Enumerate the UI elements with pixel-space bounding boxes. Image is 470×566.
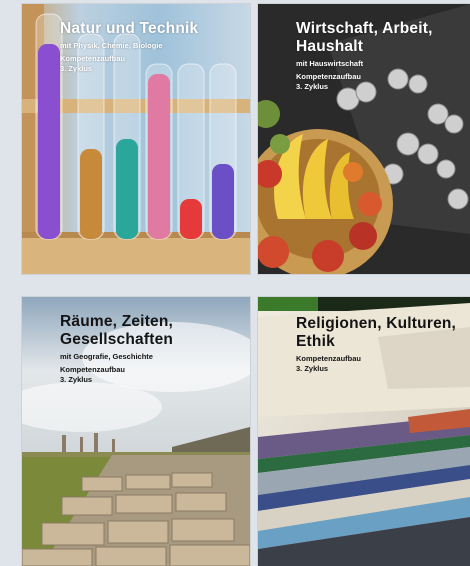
card-line-kompetenzaufbau: Kompetenzaufbau	[60, 365, 126, 374]
card-natur-und-technik[interactable]: Natur und Technik mit Physik, Chemie, Bi…	[22, 4, 250, 274]
card-subtitle: mit Geografie, Geschichte	[60, 352, 153, 361]
card-wirtschaft-arbeit-haushalt[interactable]: Wirtschaft, Arbeit, Haushalt mit Hauswir…	[258, 4, 470, 274]
card-subtitle: mit Hauswirtschaft	[296, 59, 364, 68]
card-title: Natur und Technik	[60, 20, 199, 37]
card-line-zyklus: 3. Zyklus	[296, 81, 329, 91]
card-line-kompetenzaufbau: Kompetenzaufbau	[60, 54, 126, 63]
card-line-zyklus: 3. Zyklus	[60, 374, 93, 384]
card-subtitle: mit Physik, Chemie, Biologie	[60, 41, 163, 50]
card-title: Religionen, Kulturen, Ethik	[296, 315, 457, 350]
card-title: Wirtschaft, Arbeit, Haushalt	[296, 20, 433, 55]
curriculum-grid: Natur und Technik mit Physik, Chemie, Bi…	[0, 0, 470, 566]
card-title: Räume, Zeiten, Gesellschaften	[60, 313, 174, 348]
card-line-zyklus: 3. Zyklus	[60, 63, 93, 73]
card-line-kompetenzaufbau: Kompetenzaufbau	[296, 72, 362, 81]
card-raeume-zeiten-gesellschaften[interactable]: Räume, Zeiten, Gesellschaften mit Geogra…	[22, 297, 250, 566]
card-religionen-kulturen-ethik[interactable]: Religionen, Kulturen, Ethik Kompetenzauf…	[258, 297, 470, 566]
card-line-kompetenzaufbau: Kompetenzaufbau	[296, 354, 362, 363]
card-line-zyklus: 3. Zyklus	[296, 363, 329, 373]
